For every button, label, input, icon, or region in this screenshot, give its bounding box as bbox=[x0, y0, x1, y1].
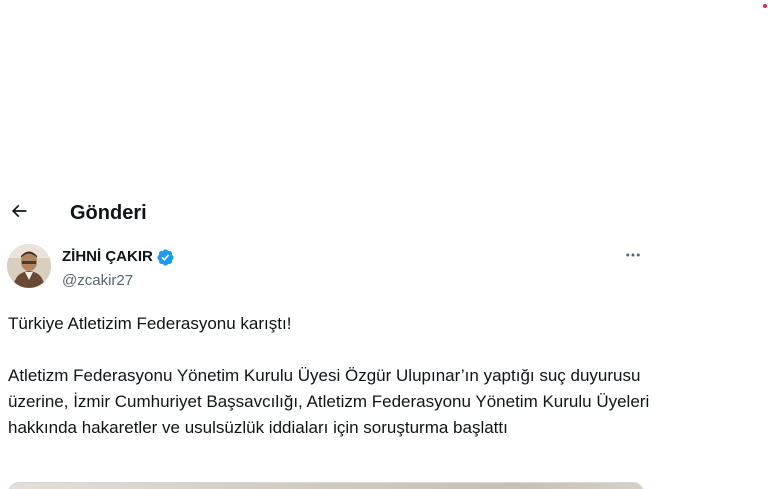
tweet-text: Türkiye Atletizim Federasyonu karıştı! A… bbox=[8, 311, 658, 441]
page-title: Gönderi bbox=[70, 202, 147, 224]
tweet-page: Gönderi ZİHNİ ÇAKIR @zcakir27 Türkiye At… bbox=[0, 0, 768, 489]
arrow-left-icon bbox=[9, 201, 29, 226]
notification-dot bbox=[763, 4, 767, 8]
author-name-row: ZİHNİ ÇAKIR bbox=[62, 246, 175, 268]
tweet-paragraph-2: Atletizm Federasyonu Yönetim Kurulu Üyes… bbox=[8, 366, 654, 437]
back-button[interactable] bbox=[6, 200, 32, 226]
tweet-media[interactable] bbox=[8, 482, 644, 489]
author-block: ZİHNİ ÇAKIR @zcakir27 bbox=[62, 246, 175, 291]
more-button[interactable] bbox=[620, 246, 646, 268]
more-horizontal-icon bbox=[624, 246, 642, 269]
page-header: Gönderi bbox=[0, 196, 660, 230]
author-handle[interactable]: @zcakir27 bbox=[62, 271, 175, 291]
tweet-line-1: Türkiye Atletizim Federasyonu karıştı! bbox=[8, 314, 292, 333]
author-name[interactable]: ZİHNİ ÇAKIR bbox=[62, 247, 153, 267]
avatar[interactable] bbox=[7, 244, 51, 288]
verified-badge-icon[interactable] bbox=[156, 248, 175, 267]
